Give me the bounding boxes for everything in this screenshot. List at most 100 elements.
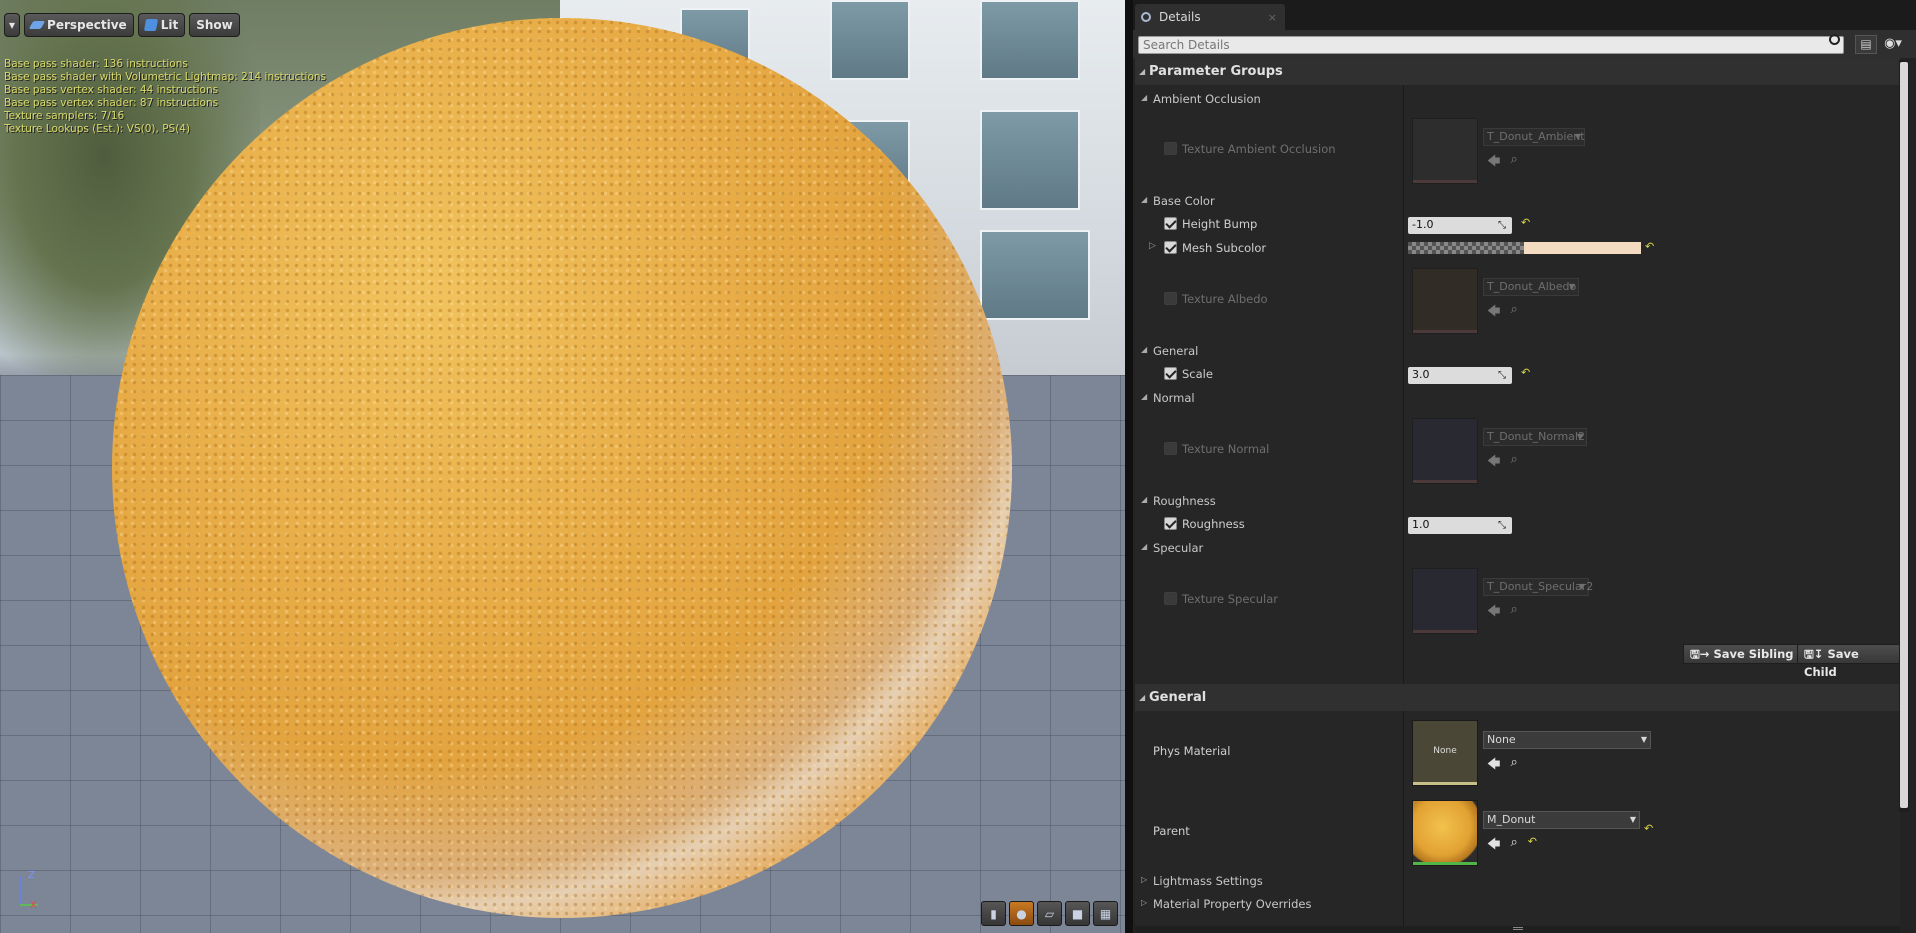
parent-material-thumbnail[interactable] [1412, 800, 1478, 866]
stat-line: Base pass vertex shader: 87 instructions [4, 97, 219, 109]
texture-normal-dropdown[interactable]: T_Donut_Normal2 ▼ [1483, 428, 1587, 446]
texture-ao-label: Texture Ambient Occlusion [1182, 142, 1336, 156]
reset-to-default-icon[interactable]: ↶ [1644, 822, 1653, 835]
stat-line: Base pass shader with Volumetric Lightma… [4, 71, 327, 83]
group-general[interactable]: ◢ General [1141, 344, 1198, 358]
perspective-button[interactable]: Perspective [24, 13, 134, 37]
lit-cube-icon [143, 19, 158, 31]
texture-specular-thumbnail[interactable] [1412, 568, 1478, 634]
reset-to-default-icon[interactable]: ↶ [1645, 240, 1654, 253]
search-details-input[interactable]: Search Details [1138, 36, 1844, 54]
save-child-button[interactable]: 🖫↧ Save Child [1797, 644, 1900, 679]
chevron-down-icon: ▼ [1568, 282, 1575, 291]
view-mode-lit-button[interactable]: Lit [137, 13, 186, 37]
close-icon[interactable]: × [1268, 11, 1277, 24]
axis-x-label: X [30, 900, 37, 911]
texture-specular-checkbox[interactable] [1164, 592, 1177, 605]
texture-albedo-dropdown[interactable]: T_Donut_Albedo ▼ [1483, 278, 1579, 296]
browse-search-icon[interactable]: ⌕ [1510, 602, 1517, 624]
perspective-label: Perspective [47, 18, 127, 32]
save-sibling-button[interactable]: 🖫→ Save Sibling [1683, 644, 1801, 664]
roughness-checkbox[interactable] [1164, 517, 1177, 530]
custom-mesh-icon[interactable]: ▦ [1093, 901, 1118, 926]
stat-line: Base pass vertex shader: 44 instructions [4, 84, 219, 96]
use-selected-arrow-icon[interactable]: 🡄 [1487, 835, 1500, 857]
browse-search-icon[interactable]: ⌕ [1510, 302, 1517, 324]
reset-to-default-icon[interactable]: ↶ [1521, 366, 1530, 379]
axis-gizmo: Z X [18, 870, 48, 912]
tab-details[interactable]: Details × [1135, 4, 1285, 30]
parent-dropdown[interactable]: M_Donut ▼ [1483, 811, 1640, 829]
phys-material-dropdown[interactable]: None ▼ [1483, 731, 1651, 749]
material-preview-sphere [112, 18, 1012, 918]
texture-specular-actions: 🡄 ⌕ [1487, 602, 1518, 624]
show-button[interactable]: Show [189, 13, 240, 37]
reset-to-default-icon[interactable]: ↶ [1521, 216, 1530, 229]
property-matrix-icon[interactable]: ▤ [1855, 35, 1877, 54]
use-selected-arrow-icon[interactable]: 🡄 [1487, 452, 1500, 474]
texture-normal-thumbnail[interactable] [1412, 418, 1478, 484]
group-ambient-occlusion[interactable]: ◢ Ambient Occlusion [1141, 92, 1261, 106]
texture-albedo-label: Texture Albedo [1182, 292, 1268, 306]
texture-albedo-checkbox[interactable] [1164, 292, 1177, 305]
category-general[interactable]: ◢ General [1135, 684, 1900, 711]
use-selected-arrow-icon[interactable]: 🡄 [1487, 755, 1500, 777]
scrollbar-thumb[interactable] [1900, 62, 1908, 808]
stat-line: Base pass shader: 136 instructions [4, 58, 188, 70]
phys-material-thumbnail[interactable]: None [1412, 720, 1478, 786]
cube-mesh-icon[interactable]: ■ [1065, 901, 1090, 926]
panel-splitter[interactable] [1125, 0, 1133, 933]
reset-to-default-icon[interactable]: ↶ [1528, 835, 1537, 857]
details-tab-bar: Details × [1133, 0, 1916, 30]
texture-ao-thumbnail[interactable] [1412, 118, 1478, 184]
eye-icon[interactable]: ◉▾ [1879, 35, 1907, 54]
mesh-subcolor-color-swatch[interactable] [1524, 242, 1641, 254]
category-parameter-groups[interactable]: ◢ Parameter Groups [1135, 58, 1900, 85]
search-icon[interactable] [1829, 34, 1840, 45]
height-bump-checkbox[interactable] [1164, 217, 1177, 230]
roughness-field[interactable]: 1.0 ⤡ [1408, 517, 1512, 534]
phys-material-label: Phys Material [1153, 744, 1231, 758]
scale-checkbox[interactable] [1164, 367, 1177, 380]
plane-mesh-icon[interactable]: ▱ [1037, 901, 1062, 926]
material-property-overrides-row[interactable]: ▷ Material Property Overrides [1141, 897, 1311, 911]
save-icon: 🖫→ [1690, 647, 1714, 661]
details-scrollbar[interactable] [1899, 60, 1909, 812]
axis-z-label: Z [28, 870, 35, 881]
level-viewport[interactable]: ▾ Perspective Lit Show Base pass shader:… [0, 0, 1125, 933]
use-selected-arrow-icon[interactable]: 🡄 [1487, 602, 1500, 624]
height-bump-label: Height Bump [1182, 217, 1258, 231]
mesh-subcolor-checkbox[interactable] [1164, 241, 1177, 254]
use-selected-arrow-icon[interactable]: 🡄 [1487, 302, 1500, 324]
group-specular[interactable]: ◢ Specular [1141, 541, 1203, 555]
browse-search-icon[interactable]: ⌕ [1510, 152, 1517, 174]
cylinder-mesh-icon[interactable]: ▮ [981, 901, 1006, 926]
mesh-subcolor-alpha-swatch[interactable] [1408, 242, 1524, 254]
height-bump-field[interactable]: -1.0 ⤡ [1408, 217, 1512, 234]
resize-grip-icon[interactable] [1513, 927, 1523, 930]
browse-search-icon[interactable]: ⌕ [1510, 755, 1517, 777]
use-selected-arrow-icon[interactable]: 🡄 [1487, 152, 1500, 174]
texture-specular-dropdown[interactable]: T_Donut_Specular2 ▼ [1483, 578, 1593, 596]
lightmass-settings-row[interactable]: ▷ Lightmass Settings [1141, 874, 1263, 888]
expanded-arrow-icon: ◢ [1141, 345, 1148, 354]
chevron-down-icon: ▼ [1629, 815, 1636, 824]
browse-search-icon[interactable]: ⌕ [1510, 452, 1517, 474]
scale-field[interactable]: 3.0 ⤡ [1408, 367, 1512, 384]
texture-ao-dropdown[interactable]: T_Donut_Ambient ▼ [1483, 128, 1585, 146]
group-base-color[interactable]: ◢ Base Color [1141, 194, 1215, 208]
group-roughness[interactable]: ◢ Roughness [1141, 494, 1216, 508]
save-icon: 🖫↧ [1804, 647, 1828, 661]
drag-arrows-icon: ⤡ [1498, 220, 1506, 231]
texture-ao-checkbox[interactable] [1164, 142, 1177, 155]
column-divider[interactable] [1403, 58, 1404, 926]
group-normal[interactable]: ◢ Normal [1141, 391, 1195, 405]
tab-details-label: Details [1159, 10, 1201, 24]
viewport-options-button[interactable]: ▾ [4, 13, 21, 37]
texture-albedo-thumbnail[interactable] [1412, 268, 1478, 334]
sphere-mesh-icon[interactable]: ● [1009, 901, 1034, 926]
browse-search-icon[interactable]: ⌕ [1510, 835, 1517, 857]
texture-normal-checkbox[interactable] [1164, 442, 1177, 455]
chevron-down-icon: ▼ [1578, 582, 1585, 591]
collapsed-arrow-icon[interactable]: ▷ [1149, 241, 1156, 251]
